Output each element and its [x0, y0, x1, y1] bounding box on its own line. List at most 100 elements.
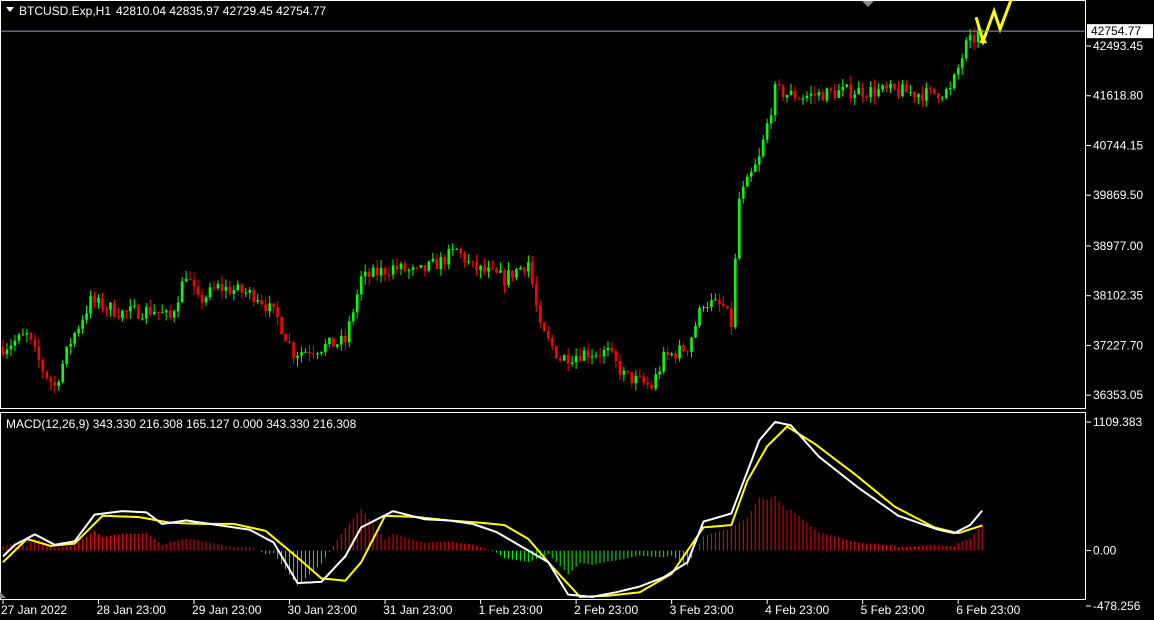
candle — [519, 265, 522, 270]
forecast-arrows — [974, 0, 1013, 46]
candle — [598, 347, 602, 364]
candle — [407, 267, 411, 279]
candle — [324, 339, 327, 356]
candle — [901, 79, 904, 98]
candle — [749, 167, 753, 182]
candle — [228, 281, 232, 296]
symbol-menu-icon[interactable] — [6, 7, 14, 12]
candle — [885, 81, 888, 93]
candle — [89, 290, 92, 319]
candle — [897, 81, 900, 100]
candle — [212, 280, 216, 292]
candle — [172, 309, 176, 323]
candle — [33, 333, 37, 352]
candle — [614, 348, 618, 369]
candle — [797, 96, 801, 101]
candle — [340, 329, 343, 352]
candle — [423, 264, 427, 277]
candle — [558, 355, 562, 363]
candle — [929, 85, 932, 95]
candle — [622, 366, 626, 382]
candle — [606, 341, 610, 357]
candle — [491, 260, 494, 271]
candle — [546, 325, 550, 342]
candle — [284, 333, 287, 342]
candle — [785, 94, 789, 103]
candle — [630, 371, 634, 389]
candle — [574, 348, 578, 370]
candle — [347, 315, 351, 348]
symbol-label[interactable]: BTCUSD.Exp,H1 — [19, 4, 111, 18]
price-tick-label: 39869.50 — [1093, 188, 1143, 202]
candle — [152, 304, 156, 316]
candle — [471, 260, 474, 268]
candle — [578, 347, 582, 363]
candle — [944, 87, 948, 100]
candle — [503, 268, 506, 294]
candle — [164, 308, 168, 321]
price-tick-label: 36353.05 — [1093, 388, 1143, 402]
candle — [726, 305, 729, 310]
shift-marker-icon[interactable] — [862, 1, 874, 7]
candle — [367, 267, 371, 286]
candle — [889, 80, 892, 93]
candle — [582, 346, 586, 362]
time-tick-label: 29 Jan 23:00 — [192, 603, 262, 617]
candle — [21, 328, 25, 336]
candle — [359, 270, 363, 301]
candle — [642, 372, 646, 386]
trading-chart[interactable]: 42493.45 41618.80 40744.15 39869.50 38977.00… — [0, 0, 1154, 620]
candle — [570, 355, 574, 367]
candle — [256, 294, 260, 305]
candle — [57, 379, 61, 391]
ohlc-values: 42810.04 42835.97 42729.45 42754.77 — [116, 4, 327, 18]
candle — [272, 303, 275, 314]
candle — [204, 295, 208, 306]
candle — [809, 85, 813, 104]
candle — [133, 299, 136, 309]
candle — [829, 86, 833, 93]
candle — [109, 302, 112, 317]
candle — [101, 292, 104, 313]
candle — [427, 260, 431, 273]
candle — [200, 288, 204, 310]
current-price-badge: 42754.77 — [1087, 24, 1153, 39]
price-tick-label: 38102.35 — [1093, 289, 1143, 303]
candle — [208, 282, 212, 301]
candle — [562, 354, 566, 361]
candle — [45, 370, 49, 381]
candle — [9, 339, 13, 356]
candle — [666, 347, 669, 361]
candle — [292, 340, 295, 364]
candle — [686, 350, 689, 357]
scroll-corner-icon — [0, 592, 6, 598]
candle — [37, 338, 41, 368]
candle — [69, 337, 72, 355]
candle — [706, 301, 709, 313]
candle — [487, 260, 490, 278]
time-tick-label: 3 Feb 23:00 — [670, 603, 734, 617]
time-tick-label: 31 Jan 23:00 — [383, 603, 453, 617]
candle — [805, 91, 809, 102]
candle — [148, 299, 152, 317]
candle — [531, 256, 534, 288]
candle — [837, 83, 841, 98]
macd-axis: 1109.383 0.00 -478.256 — [1086, 415, 1142, 613]
candle — [694, 321, 697, 339]
candle — [188, 271, 192, 281]
candle — [554, 345, 558, 359]
candle — [542, 321, 546, 332]
candle — [781, 83, 785, 102]
candle — [403, 260, 407, 273]
candle — [248, 287, 252, 300]
price-panel-frame — [0, 0, 1086, 409]
candle — [184, 271, 188, 283]
candle — [638, 368, 642, 379]
candle — [730, 301, 733, 335]
candle — [475, 254, 478, 276]
candle — [921, 86, 924, 107]
candle — [865, 94, 868, 101]
candle — [940, 95, 944, 102]
candle — [41, 357, 45, 379]
candle — [777, 79, 781, 91]
